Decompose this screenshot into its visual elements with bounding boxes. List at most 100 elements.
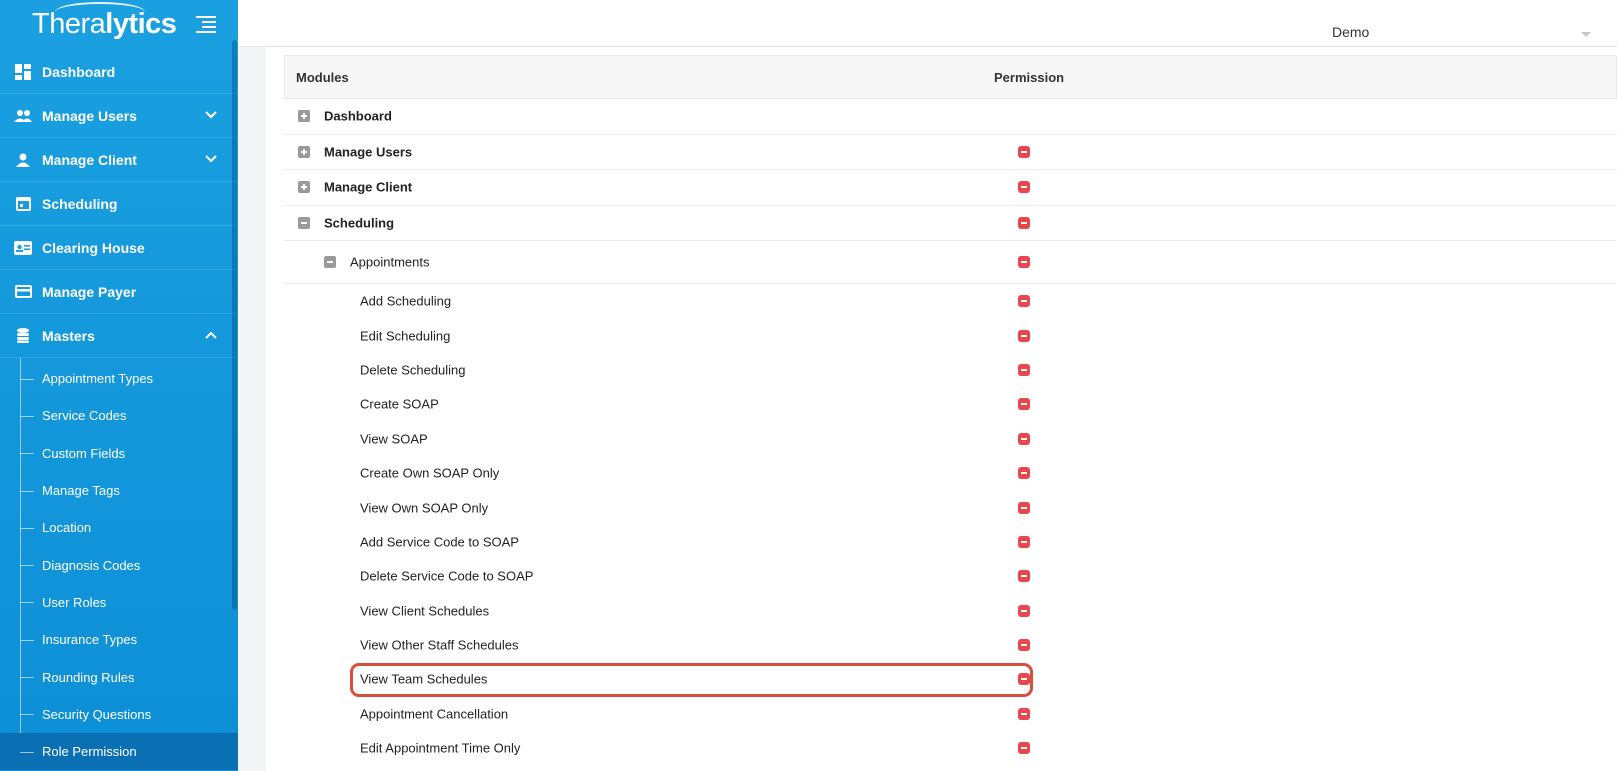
submodule-row[interactable]: Appointments xyxy=(284,241,1617,284)
action-label: Delete Service Code to SOAP xyxy=(360,568,534,584)
sidebar-item-dashboard[interactable]: Dashboard xyxy=(0,50,238,94)
permission-deny-icon[interactable] xyxy=(1018,398,1030,411)
action-row[interactable]: Add Service Code to SOAP xyxy=(284,525,1617,559)
column-header-modules: Modules xyxy=(296,69,349,85)
sidebar-subitem-manage-tags[interactable]: Manage Tags xyxy=(0,472,238,509)
sidebar-subitem-label: Custom Fields xyxy=(42,445,126,461)
payer-icon xyxy=(14,283,32,301)
table-header: Modules Permission xyxy=(284,55,1617,99)
id-card-icon xyxy=(14,239,32,257)
user-icon xyxy=(14,151,32,169)
expand-icon[interactable] xyxy=(298,145,310,158)
module-row[interactable]: Scheduling xyxy=(284,206,1617,241)
sidebar-subitem-service-codes[interactable]: Service Codes xyxy=(0,397,238,434)
sidebar-subitem-diagnosis-codes[interactable]: Diagnosis Codes xyxy=(0,546,238,583)
collapse-icon[interactable] xyxy=(324,256,336,268)
action-row[interactable]: Edit Appointment Time Only xyxy=(284,731,1617,765)
sidebar-item-label: Clearing House xyxy=(42,239,145,256)
permission-deny-icon[interactable] xyxy=(1018,639,1030,652)
sidebar-subitem-label: Role Permission xyxy=(42,744,137,760)
sidebar-subitem-label: Appointment Types xyxy=(42,371,154,387)
action-label: Create SOAP xyxy=(360,396,439,412)
permission-deny-icon[interactable] xyxy=(1018,216,1030,229)
action-label: Edit Appointment Time Only xyxy=(360,740,521,756)
calendar-icon xyxy=(14,195,32,213)
permission-deny-icon[interactable] xyxy=(1018,329,1030,342)
collapse-icon[interactable] xyxy=(298,216,310,229)
user-dropdown[interactable]: Demo xyxy=(1332,24,1369,40)
permission-deny-icon[interactable] xyxy=(1018,181,1030,194)
permission-deny-icon[interactable] xyxy=(1018,707,1030,720)
permission-deny-icon[interactable] xyxy=(1018,256,1030,268)
permission-deny-icon[interactable] xyxy=(1018,501,1030,514)
action-label: Appointment Cancellation xyxy=(360,706,509,722)
sidebar-subitem-label: Diagnosis Codes xyxy=(42,557,141,573)
menu-collapse-icon[interactable] xyxy=(196,16,216,34)
sidebar-subitem-role-permission[interactable]: Role Permission xyxy=(0,732,238,771)
permission-deny-icon[interactable] xyxy=(1018,673,1030,686)
logo-text-1: Thera xyxy=(32,8,106,40)
sidebar-subitem-rounding-rules[interactable]: Rounding Rules xyxy=(0,658,238,695)
permission-table: Modules Permission Dashboard Manage Users… xyxy=(284,55,1617,765)
sidebar-subitem-insurance-types[interactable]: Insurance Types xyxy=(0,621,238,658)
sidebar-subitem-security-questions[interactable]: Security Questions xyxy=(0,696,238,733)
sidebar-item-label: Manage Payer xyxy=(42,283,137,300)
action-row[interactable]: View Own SOAP Only xyxy=(284,490,1617,524)
action-row[interactable]: Delete Scheduling xyxy=(284,353,1617,387)
sidebar-subitem-label: User Roles xyxy=(42,594,107,610)
action-row[interactable]: Create SOAP xyxy=(284,387,1617,421)
sidebar-subitem-label: Security Questions xyxy=(42,706,152,722)
action-row[interactable]: View Client Schedules xyxy=(284,594,1617,628)
action-label: View SOAP xyxy=(360,431,428,447)
action-list: Add Scheduling Edit Scheduling Delete Sche… xyxy=(284,284,1617,765)
module-row[interactable]: Dashboard xyxy=(284,99,1617,135)
top-bar: Demo xyxy=(238,0,1617,47)
logo-bar: Theralytics xyxy=(0,0,238,50)
expand-icon[interactable] xyxy=(298,181,310,194)
permission-deny-icon[interactable] xyxy=(1018,432,1030,445)
sidebar-item-masters[interactable]: Masters xyxy=(0,314,238,358)
action-row[interactable]: Add Scheduling xyxy=(284,284,1617,318)
action-label: View Client Schedules xyxy=(360,603,490,619)
sidebar-item-manage-users[interactable]: Manage Users xyxy=(0,94,238,138)
sidebar-item-manage-payer[interactable]: Manage Payer xyxy=(0,270,238,314)
action-row[interactable]: View SOAP xyxy=(284,422,1617,456)
sidebar-subitem-custom-fields[interactable]: Custom Fields xyxy=(0,435,238,472)
permission-deny-icon[interactable] xyxy=(1018,145,1030,158)
action-row[interactable]: Edit Scheduling xyxy=(284,318,1617,352)
sidebar-subitem-label: Insurance Types xyxy=(42,632,138,648)
action-row[interactable]: View Team Schedules xyxy=(284,662,1617,696)
action-row[interactable]: Appointment Cancellation xyxy=(284,697,1617,731)
module-row[interactable]: Manage Users xyxy=(284,135,1617,170)
caret-down-icon[interactable] xyxy=(1581,32,1591,37)
sidebar-item-clearing-house[interactable]: Clearing House xyxy=(0,226,238,270)
sidebar-subitem-label: Location xyxy=(42,520,92,536)
action-row[interactable]: Delete Service Code to SOAP xyxy=(284,559,1617,593)
masters-submenu: Appointment Types Service Codes Custom Fie… xyxy=(0,358,238,771)
sidebar-subitem-user-roles[interactable]: User Roles xyxy=(0,584,238,621)
permission-deny-icon[interactable] xyxy=(1018,742,1030,755)
action-label: View Other Staff Schedules xyxy=(360,637,519,653)
sidebar-item-manage-client[interactable]: Manage Client xyxy=(0,138,238,182)
logo-text-2: lytics xyxy=(105,8,177,40)
expand-icon[interactable] xyxy=(298,110,310,123)
permission-deny-icon[interactable] xyxy=(1018,295,1030,308)
permission-deny-icon[interactable] xyxy=(1018,604,1030,617)
permission-deny-icon[interactable] xyxy=(1018,467,1030,480)
sidebar-subitem-label: Manage Tags xyxy=(42,483,120,499)
sidebar-scrollbar[interactable] xyxy=(232,40,237,610)
sidebar-item-scheduling[interactable]: Scheduling xyxy=(0,182,238,226)
action-label: Create Own SOAP Only xyxy=(360,465,500,481)
users-icon xyxy=(14,107,32,125)
sidebar: Theralytics Dashboard Manage Users Manag… xyxy=(0,0,238,771)
permission-deny-icon[interactable] xyxy=(1018,535,1030,548)
sidebar-subitem-location[interactable]: Location xyxy=(0,509,238,546)
module-row[interactable]: Manage Client xyxy=(284,170,1617,206)
module-label: Dashboard xyxy=(324,108,392,124)
action-row[interactable]: Create Own SOAP Only xyxy=(284,456,1617,490)
sidebar-subitem-appointment-types[interactable]: Appointment Types xyxy=(0,360,238,397)
permission-deny-icon[interactable] xyxy=(1018,570,1030,583)
permission-deny-icon[interactable] xyxy=(1018,363,1030,376)
action-label: Add Service Code to SOAP xyxy=(360,534,519,550)
action-row[interactable]: View Other Staff Schedules xyxy=(284,628,1617,662)
